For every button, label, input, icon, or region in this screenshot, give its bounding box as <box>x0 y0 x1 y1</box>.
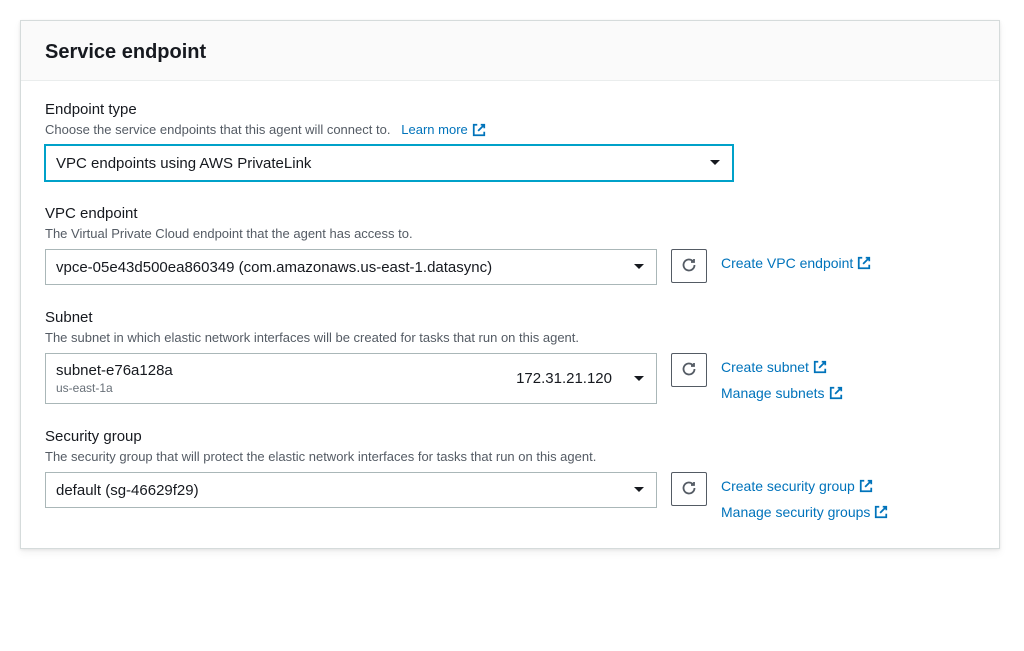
refresh-subnet-button[interactable] <box>671 353 707 387</box>
service-endpoint-panel: Service endpoint Endpoint type Choose th… <box>20 20 1000 549</box>
endpoint-type-description: Choose the service endpoints that this a… <box>45 122 975 137</box>
vpc-endpoint-label: VPC endpoint <box>45 205 975 222</box>
subnet-field: Subnet The subnet in which elastic netwo… <box>45 309 975 404</box>
vpc-endpoint-field: VPC endpoint The Virtual Private Cloud e… <box>45 205 975 285</box>
learn-more-link[interactable]: Learn more <box>401 122 485 137</box>
external-link-icon <box>874 505 888 519</box>
refresh-vpc-endpoint-button[interactable] <box>671 249 707 283</box>
security-group-field: Security group The security group that w… <box>45 428 975 520</box>
panel-header: Service endpoint <box>21 21 999 81</box>
refresh-security-group-button[interactable] <box>671 472 707 506</box>
vpc-endpoint-description: The Virtual Private Cloud endpoint that … <box>45 226 975 241</box>
external-link-icon <box>859 479 873 493</box>
endpoint-type-field: Endpoint type Choose the service endpoin… <box>45 101 975 181</box>
endpoint-type-select[interactable]: VPC endpoints using AWS PrivateLink <box>45 145 733 181</box>
refresh-icon <box>681 361 697 380</box>
subnet-select[interactable]: subnet-e76a128a us-east-1a 172.31.21.120 <box>45 353 657 404</box>
subnet-label: Subnet <box>45 309 975 326</box>
external-link-icon <box>829 386 843 400</box>
create-subnet-link[interactable]: Create subnet <box>721 359 843 375</box>
panel-title: Service endpoint <box>45 41 975 64</box>
manage-security-groups-link[interactable]: Manage security groups <box>721 504 888 520</box>
create-security-group-link[interactable]: Create security group <box>721 478 888 494</box>
manage-subnets-link[interactable]: Manage subnets <box>721 385 843 401</box>
endpoint-type-label: Endpoint type <box>45 101 975 118</box>
external-link-icon <box>813 360 827 374</box>
external-link-icon <box>857 256 871 270</box>
security-group-select[interactable]: default (sg-46629f29) <box>45 472 657 508</box>
security-group-label: Security group <box>45 428 975 445</box>
security-group-description: The security group that will protect the… <box>45 449 975 464</box>
panel-body: Endpoint type Choose the service endpoin… <box>21 81 999 548</box>
external-link-icon <box>472 123 486 137</box>
refresh-icon <box>681 257 697 276</box>
create-vpc-endpoint-link[interactable]: Create VPC endpoint <box>721 255 871 271</box>
subnet-description: The subnet in which elastic network inte… <box>45 330 975 345</box>
vpc-endpoint-select[interactable]: vpce-05e43d500ea860349 (com.amazonaws.us… <box>45 249 657 285</box>
refresh-icon <box>681 480 697 499</box>
